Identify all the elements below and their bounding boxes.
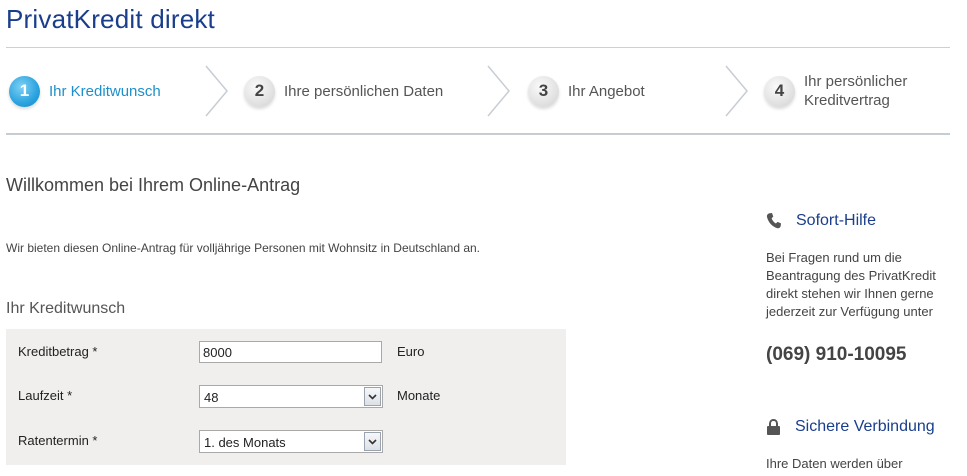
step-separator-chevron-icon	[487, 65, 510, 117]
step-3: 3 Ihr Angebot	[528, 72, 645, 110]
step-1[interactable]: 1 Ihr Kreditwunsch	[9, 72, 161, 110]
step-4-number: 4	[764, 75, 795, 107]
step-3-number: 3	[528, 75, 559, 107]
lock-icon	[767, 418, 780, 435]
step-4-label-line1: Ihr persönlicher	[804, 73, 908, 90]
step-2-number: 2	[244, 75, 275, 107]
credit-form: Kreditbetrag * Euro Laufzeit * 48 Monate…	[6, 329, 566, 465]
help-heading: Sofort-Hilfe	[766, 212, 876, 230]
step-1-number: 1	[9, 75, 40, 107]
step-4-label-line2: Kreditvertrag	[804, 92, 890, 109]
ratentermin-label: Ratentermin *	[18, 433, 98, 448]
step-separator-chevron-icon	[725, 65, 748, 117]
phone-number[interactable]: (069) 910-10095	[766, 344, 907, 366]
intro-text: Wir bieten diesen Online-Antrag für voll…	[6, 241, 481, 255]
laufzeit-unit: Monate	[397, 388, 441, 403]
secure-heading: Sichere Verbindung	[766, 418, 935, 436]
step-4-label: Ihr persönlicher Kreditvertrag	[804, 72, 907, 110]
steps-divider	[6, 133, 950, 135]
help-title: Sofort-Hilfe	[796, 212, 877, 229]
secure-title: Sichere Verbindung	[795, 418, 935, 435]
phone-icon	[766, 213, 781, 229]
kreditbetrag-unit: Euro	[397, 344, 425, 359]
help-text: Bei Fragen rund um die Beantragung des P…	[766, 250, 936, 319]
chevron-down-icon[interactable]	[364, 432, 381, 451]
kreditbetrag-label: Kreditbetrag *	[18, 344, 98, 359]
laufzeit-row: Laufzeit * 48 Monate	[6, 383, 566, 409]
laufzeit-value: 48	[204, 390, 219, 405]
step-3-label: Ihr Angebot	[568, 82, 645, 100]
chevron-down-icon[interactable]	[364, 387, 381, 406]
header-divider	[6, 47, 950, 48]
ratentermin-row: Ratentermin * 1. des Monats	[6, 428, 566, 454]
laufzeit-label: Laufzeit *	[18, 388, 73, 403]
step-1-label: Ihr Kreditwunsch	[49, 82, 161, 100]
ratentermin-value: 1. des Monats	[204, 435, 286, 450]
secure-text: Ihre Daten werden über	[766, 456, 903, 471]
step-2-label: Ihre persönlichen Daten	[284, 82, 444, 100]
kreditbetrag-input[interactable]	[199, 341, 382, 363]
step-2: 2 Ihre persönlichen Daten	[244, 72, 443, 110]
ratentermin-select[interactable]: 1. des Monats	[199, 430, 383, 453]
kreditbetrag-row: Kreditbetrag * Euro	[6, 339, 566, 365]
app-title: PrivatKredit direkt	[6, 4, 215, 34]
page-title: Willkommen bei Ihrem Online-Antrag	[6, 175, 301, 195]
step-4: 4 Ihr persönlicher Kreditvertrag	[764, 72, 907, 110]
step-separator-chevron-icon	[205, 65, 228, 117]
section-title: Ihr Kreditwunsch	[6, 300, 126, 317]
laufzeit-select[interactable]: 48	[199, 385, 383, 408]
